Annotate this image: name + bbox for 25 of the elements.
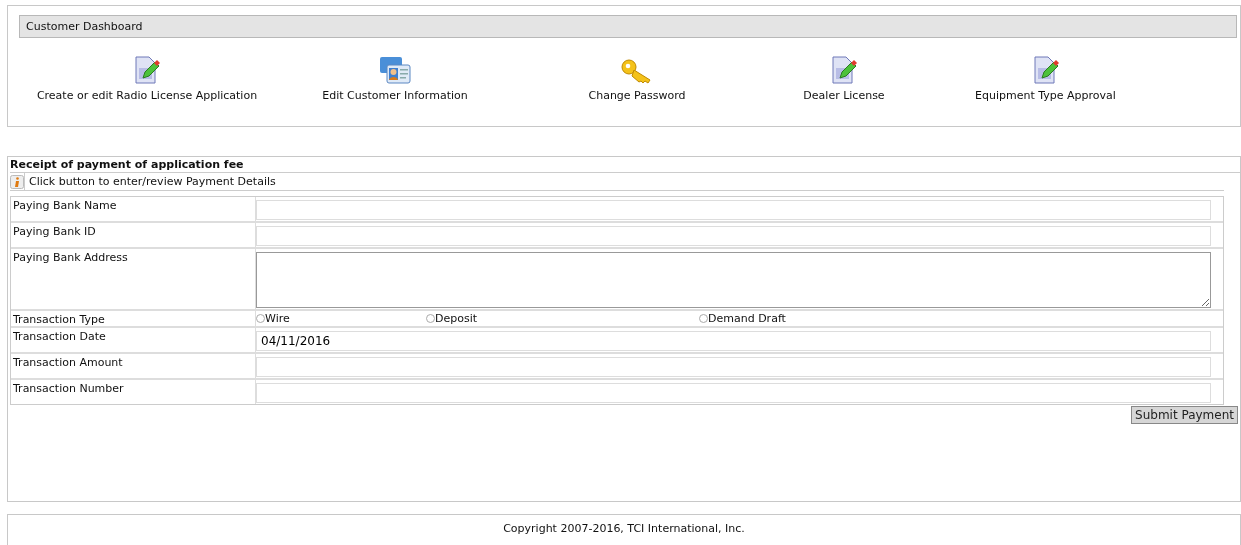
submit-button[interactable]: Submit Payment: [1131, 406, 1238, 424]
info-icon[interactable]: [10, 174, 24, 189]
radio-option[interactable]: Wire: [256, 312, 426, 325]
dashboard-link[interactable]: Edit Customer Information: [322, 56, 468, 102]
input-field[interactable]: [256, 226, 1211, 246]
text-area[interactable]: [256, 252, 1211, 308]
copyright-text: Copyright 2007-2016, TCI International, Inc.: [503, 522, 745, 535]
radio-option[interactable]: Deposit: [426, 312, 699, 325]
dashboard-header: Customer Dashboard: [19, 15, 1237, 38]
document-pencil-icon: [831, 56, 857, 84]
dashboard-link[interactable]: Dealer License: [803, 56, 885, 102]
document-pencil-icon: [134, 56, 160, 84]
section-title: Receipt of payment of application fee: [10, 157, 1240, 173]
id-card-icon: [379, 56, 411, 84]
input-field[interactable]: 04/11/2016: [256, 331, 1211, 351]
radio-option[interactable]: Demand Draft: [699, 312, 1223, 325]
dashboard-link[interactable]: Create or edit Radio License Application: [36, 56, 258, 102]
dashboard-link[interactable]: Change Password: [588, 56, 686, 102]
document-pencil-icon: [1032, 56, 1059, 84]
input-field[interactable]: [256, 383, 1211, 403]
hint-text: Click button to enter/review Payment Details: [29, 175, 276, 188]
input-field[interactable]: [256, 357, 1211, 377]
input-field[interactable]: [256, 200, 1211, 220]
field-label: Transaction Type: [11, 311, 256, 326]
dashboard-link[interactable]: Equipment Type Approval: [975, 56, 1116, 102]
